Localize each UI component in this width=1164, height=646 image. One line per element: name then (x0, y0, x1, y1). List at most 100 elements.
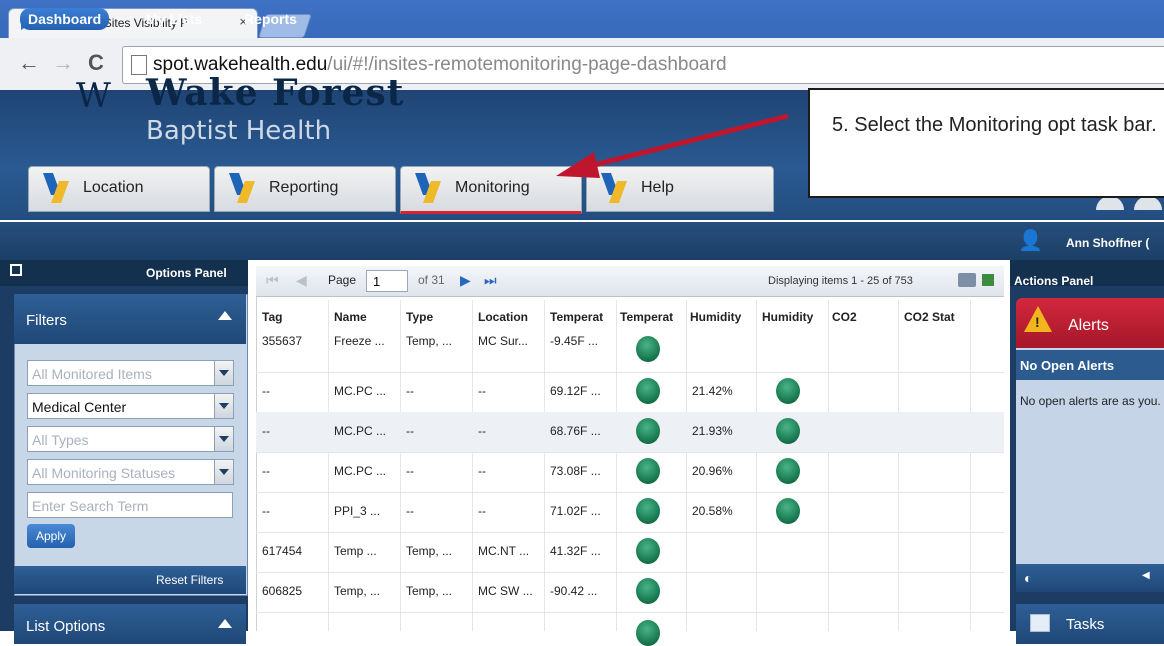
select-value: All Types (32, 432, 89, 448)
tasks-icon (1030, 614, 1050, 632)
nav-my-lists[interactable]: My Lists (138, 8, 210, 30)
user-name[interactable]: Ann Shoffner ( (1066, 236, 1149, 250)
col-name[interactable]: Name (334, 310, 396, 324)
cell-tag: 617454 (262, 544, 303, 558)
print-icon[interactable] (958, 273, 976, 287)
user-icon[interactable]: 👤 (1018, 228, 1043, 253)
cell-type: -- (406, 384, 414, 398)
status-ok-icon (636, 418, 660, 444)
table-row[interactable] (256, 612, 1004, 646)
select-value: All Monitoring Statuses (32, 465, 176, 481)
list-options-title: List Options (26, 618, 106, 635)
cell-location: -- (478, 504, 486, 518)
nav-dashboard[interactable]: Dashboard (20, 8, 110, 30)
page-input[interactable]: 1 (366, 270, 408, 292)
location-select[interactable]: Medical Center (27, 393, 217, 419)
back-icon[interactable]: ← (18, 50, 40, 76)
col-co2-status[interactable]: CO2 Stat (904, 310, 970, 324)
displaying-count: Displaying items 1 - 25 of 753 (768, 275, 913, 287)
cell-location: MC SW ... (478, 584, 533, 598)
annotation-callout: 5. Select the Monitoring opt task bar. (808, 88, 1164, 198)
apply-button[interactable]: Apply (27, 524, 75, 548)
warning-mark: ! (1035, 314, 1040, 330)
chevron-down-icon[interactable] (214, 360, 234, 386)
cell-humidity: 20.58% (692, 504, 733, 518)
col-humidity[interactable]: Humidity (690, 310, 756, 324)
sub-nav (0, 222, 1164, 260)
ribbon-icon (42, 173, 70, 203)
status-ok-icon (776, 378, 800, 404)
col-co2[interactable]: CO2 (832, 310, 892, 324)
cell-tag: -- (262, 384, 270, 398)
cell-name: Temp ... (334, 544, 377, 558)
no-open-message: No open alerts are as you. (1020, 394, 1161, 408)
forward-icon[interactable]: → (52, 50, 74, 76)
cell-humidity: 20.96% (692, 464, 733, 478)
table-row[interactable]: -- PPI_3 ... -- -- 71.02F ... 20.58% (256, 492, 1004, 533)
statuses-select[interactable]: All Monitoring Statuses (27, 459, 217, 485)
search-placeholder: Enter Search Term (32, 498, 149, 514)
tab-monitoring[interactable]: Monitoring (400, 166, 582, 214)
col-tag[interactable]: Tag (262, 310, 322, 324)
status-ok-icon (776, 498, 800, 524)
table-row[interactable]: 617454 Temp ... Temp, ... MC.NT ... 41.3… (256, 532, 1004, 573)
collapse-icon[interactable] (10, 264, 22, 276)
cell-name: MC.PC ... (334, 424, 387, 438)
monitored-items-select[interactable]: All Monitored Items (27, 360, 217, 386)
prev-page-icon[interactable]: ◀ (296, 272, 307, 289)
table-row[interactable]: -- MC.PC ... -- -- 68.76F ... 21.93% (256, 412, 1004, 453)
tab-location[interactable]: Location (28, 166, 210, 212)
last-page-icon[interactable]: ⏭ (484, 272, 497, 289)
reload-icon[interactable]: C (88, 50, 104, 76)
chevron-down-icon[interactable] (214, 393, 234, 419)
collapse-up-icon[interactable] (218, 619, 232, 628)
chevron-down-icon[interactable] (214, 459, 234, 485)
col-temperature-status[interactable]: Temperat (620, 310, 688, 324)
cell-type: Temp, ... (406, 584, 453, 598)
table-row[interactable]: -- MC.PC ... -- -- 73.08F ... 20.96% (256, 452, 1004, 493)
status-ok-icon (636, 378, 660, 404)
table-row[interactable]: 606825 Temp, ... Temp, ... MC SW ... -90… (256, 572, 1004, 613)
export-icon[interactable] (982, 274, 994, 286)
cell-name: Freeze ... (334, 334, 385, 348)
next-page-icon[interactable]: ▶ (460, 272, 471, 289)
col-temperature[interactable]: Temperat (550, 310, 616, 324)
tab-reporting[interactable]: Reporting (214, 166, 396, 212)
options-panel-label: Options Panel (146, 266, 227, 280)
col-type[interactable]: Type (406, 310, 466, 324)
filters-title: Filters (26, 312, 67, 329)
cell-location: MC.NT ... (478, 544, 530, 558)
cell-temperature: 73.08F ... (550, 464, 601, 478)
cell-temperature: 41.32F ... (550, 544, 601, 558)
status-ok-icon (636, 538, 660, 564)
col-humidity-status[interactable]: Humidity (762, 310, 826, 324)
cell-name: MC.PC ... (334, 384, 387, 398)
tab-help[interactable]: Help (586, 166, 774, 212)
page-count: of 31 (418, 273, 445, 287)
refresh-icon[interactable]: ◐ (1024, 570, 1032, 586)
first-page-icon[interactable]: ⏮ (266, 272, 279, 289)
types-select[interactable]: All Types (27, 426, 217, 452)
cell-temperature: -9.45F ... (550, 334, 599, 348)
cell-temperature: 68.76F ... (550, 424, 601, 438)
collapse-left-icon[interactable]: ◀ (1142, 570, 1150, 581)
cell-temperature: 69.12F ... (550, 384, 601, 398)
chevron-down-icon[interactable] (214, 426, 234, 452)
cell-type: -- (406, 504, 414, 518)
tab-monitoring-label: Monitoring (455, 179, 530, 196)
status-ok-icon (636, 458, 660, 484)
col-location[interactable]: Location (478, 310, 542, 324)
logo-mark: W (76, 76, 111, 116)
cell-type: -- (406, 424, 414, 438)
collapse-up-icon[interactable] (218, 311, 232, 320)
table-row[interactable]: 355637 Freeze ... Temp, ... MC Sur... -9… (256, 328, 1004, 373)
nav-reports[interactable]: Reports (236, 8, 305, 30)
status-ok-icon (636, 498, 660, 524)
cell-type: Temp, ... (406, 334, 453, 348)
search-input[interactable]: Enter Search Term (27, 492, 233, 518)
tab-reporting-label: Reporting (269, 179, 339, 196)
cell-tag: -- (262, 464, 270, 478)
cell-temperature: 71.02F ... (550, 504, 601, 518)
table-row[interactable]: -- MC.PC ... -- -- 69.12F ... 21.42% (256, 372, 1004, 413)
reset-filters-link[interactable]: Reset Filters (156, 573, 223, 587)
